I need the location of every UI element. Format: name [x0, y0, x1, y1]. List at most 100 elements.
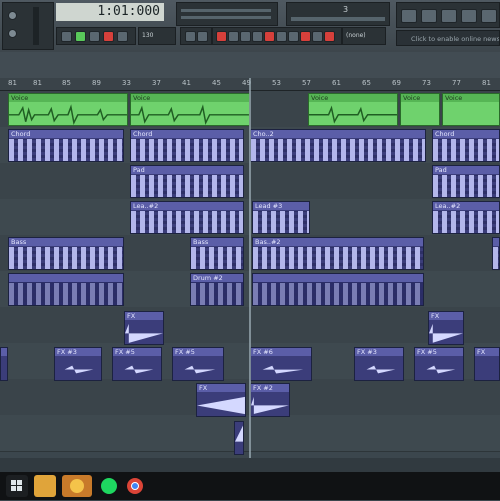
bar-label: 41 — [182, 79, 191, 87]
stop-button[interactable] — [89, 31, 100, 42]
snap-select-value: (none) — [346, 32, 366, 39]
snap-button-2[interactable] — [197, 31, 208, 42]
pattern-clip[interactable]: Pad — [130, 165, 244, 198]
pattern-clip[interactable]: Lea..#2 — [432, 201, 500, 234]
song-time-display[interactable]: 1:01:000 — [56, 3, 164, 21]
master-volume-panel — [2, 2, 54, 50]
clip-label: Voice — [311, 94, 329, 102]
tool-button-9[interactable] — [312, 31, 323, 42]
pattern-clip[interactable]: Cho..2 — [250, 129, 426, 162]
waveform — [124, 365, 154, 374]
clip-label: Chord — [11, 130, 31, 138]
delete-tool-button[interactable] — [240, 31, 251, 42]
master-level-meter — [33, 7, 39, 45]
transport-panel — [56, 27, 136, 45]
clip-label: Voice — [11, 94, 29, 102]
tempo-label[interactable]: 130 — [142, 32, 153, 39]
audio-clip[interactable]: Voice — [8, 93, 128, 126]
fx-clip[interactable]: FX #5 — [112, 347, 162, 381]
online-news-bar[interactable]: Click to enable online news — [396, 30, 500, 46]
fx-clip[interactable] — [0, 347, 8, 381]
channel-rack-window-button[interactable] — [441, 9, 457, 23]
fl-studio-icon[interactable] — [62, 475, 92, 497]
piano-roll-window-button[interactable] — [421, 9, 437, 23]
pattern-clip[interactable]: Chord — [8, 129, 124, 162]
audio-clip[interactable]: Voice — [400, 93, 440, 126]
pattern-clip[interactable]: Bass — [190, 237, 244, 270]
spotify-icon[interactable] — [98, 475, 120, 497]
bar-label: 85 — [62, 79, 71, 87]
bar-label: 37 — [152, 79, 161, 87]
clip-label: FX #3 — [357, 348, 377, 356]
pattern-clip[interactable]: Lead #3 — [252, 201, 310, 234]
snap-select[interactable]: (none) — [342, 27, 386, 45]
pattern-clip[interactable] — [492, 237, 500, 270]
paint-tool-button[interactable] — [228, 31, 239, 42]
cpu-meter — [181, 9, 271, 12]
mixer-window-button[interactable] — [461, 9, 477, 23]
windows-icon[interactable] — [6, 475, 28, 497]
pattern-number[interactable]: 3 — [343, 5, 348, 14]
mute-tool-button[interactable] — [252, 31, 263, 42]
clip-label: Cho..2 — [253, 130, 274, 138]
pattern-clip[interactable] — [252, 273, 424, 306]
clip-label: Voice — [403, 94, 421, 102]
tool-button-10[interactable] — [324, 31, 335, 42]
pattern-clip[interactable]: Pad — [432, 165, 500, 198]
clip-label: Voice — [133, 94, 151, 102]
clip-label: Chord — [435, 130, 455, 138]
draw-tool-button[interactable] — [216, 31, 227, 42]
waveform — [184, 365, 216, 374]
fx-clip[interactable]: FX #5 — [172, 347, 224, 381]
master-volume-knob[interactable] — [8, 11, 17, 20]
fx-clip[interactable]: FX #6 — [250, 347, 312, 381]
clip-label: FX #6 — [253, 348, 273, 356]
horizontal-scrollbar[interactable] — [0, 458, 500, 472]
waveform — [235, 425, 243, 442]
playhead-marker[interactable] — [249, 78, 251, 458]
pattern-clip[interactable]: Drum #2 — [190, 273, 244, 306]
waveform — [426, 365, 456, 374]
fx-clip[interactable]: FX #2 — [250, 383, 290, 417]
record-button[interactable] — [103, 31, 114, 42]
playlist-window-button[interactable] — [401, 9, 417, 23]
play-button[interactable] — [75, 31, 86, 42]
select-tool-button[interactable] — [276, 31, 287, 42]
file-explorer-icon[interactable] — [34, 475, 56, 497]
master-pitch-knob[interactable] — [8, 29, 17, 38]
snap-button-1[interactable] — [185, 31, 196, 42]
pattern-clip[interactable] — [8, 273, 124, 306]
main-toolbar: 1:01:000 130 3 (none) Click to enable on… — [0, 0, 500, 53]
pattern-clip[interactable]: Chord — [130, 129, 244, 162]
clip-label: FX #5 — [115, 348, 135, 356]
fx-clip[interactable]: FX #3 — [54, 347, 102, 381]
fx-clip[interactable]: FX — [196, 383, 246, 417]
bar-label: 77 — [452, 79, 461, 87]
pattern-clip[interactable]: Bass — [8, 237, 124, 270]
waveform — [366, 365, 396, 374]
audio-clip[interactable]: Voice — [130, 93, 250, 126]
clip-label: Lea..#2 — [133, 202, 159, 210]
tool-buttons — [212, 27, 342, 45]
zoom-tool-button[interactable] — [288, 31, 299, 42]
fx-clip[interactable]: FX — [428, 311, 464, 345]
fx-clip[interactable]: FX — [474, 347, 500, 381]
pattern-mode-button[interactable] — [61, 31, 72, 42]
pattern-clip[interactable]: Bas..#2 — [252, 237, 424, 270]
slice-tool-button[interactable] — [264, 31, 275, 42]
pattern-selector: 3 — [286, 2, 390, 26]
pattern-clip[interactable]: Lea..#2 — [130, 201, 244, 234]
fx-clip[interactable]: FX — [124, 311, 164, 345]
fx-clip[interactable]: FX #5 — [414, 347, 464, 381]
audio-clip[interactable]: Voice — [442, 93, 500, 126]
chrome-icon[interactable] — [124, 475, 146, 497]
pattern-clip[interactable]: Chord — [432, 129, 500, 162]
fx-clip[interactable]: FX #3 — [354, 347, 404, 381]
audio-clip[interactable]: Voice — [308, 93, 398, 126]
bar-label: 45 — [212, 79, 221, 87]
playback-tool-button[interactable] — [300, 31, 311, 42]
pattern-song-toggle[interactable] — [117, 31, 128, 42]
fx-clip[interactable] — [234, 421, 244, 455]
waveform — [9, 104, 127, 125]
browser-window-button[interactable] — [481, 9, 497, 23]
